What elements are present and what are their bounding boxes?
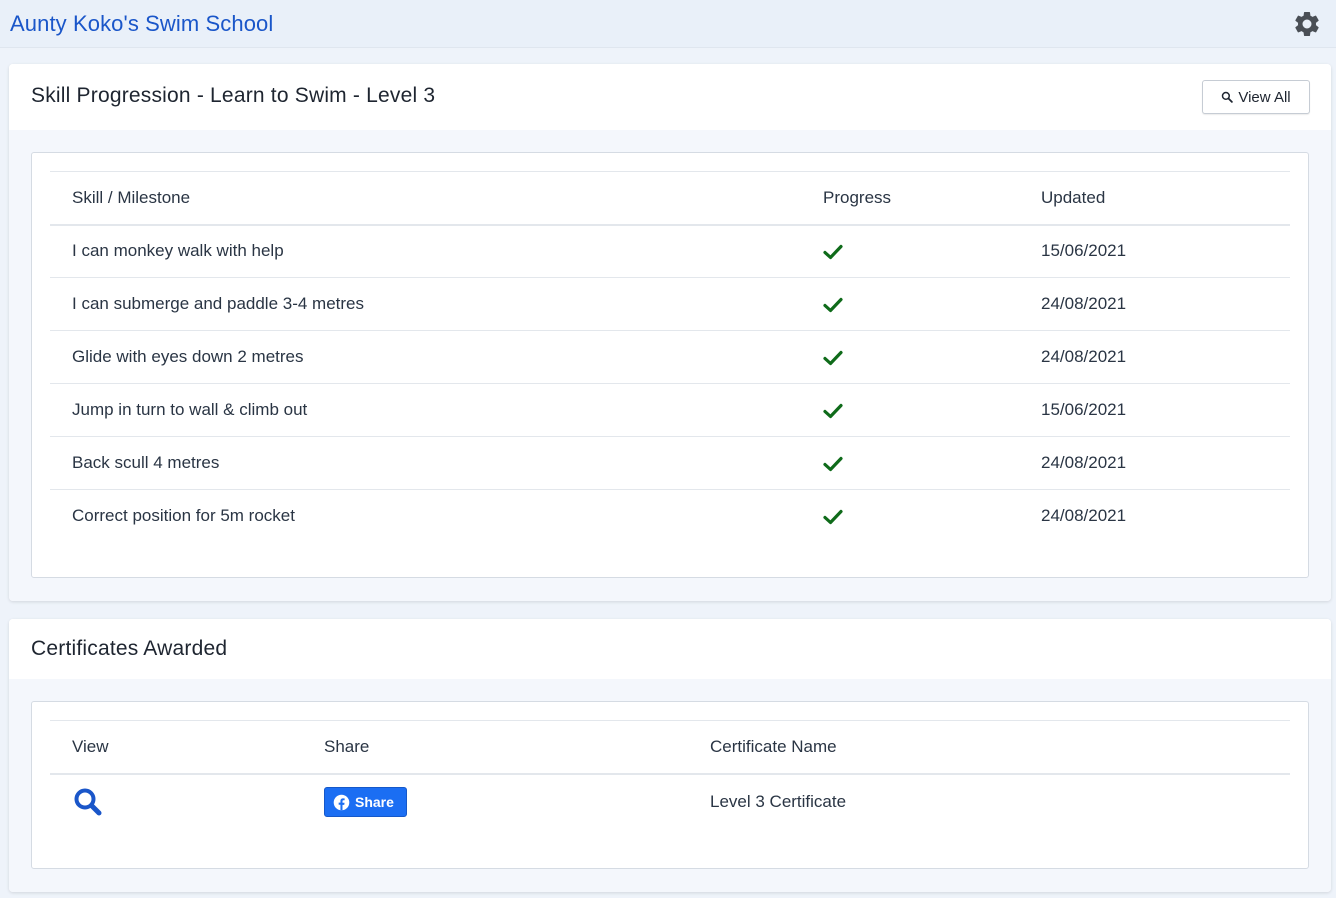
progress-cell [801, 225, 1019, 278]
column-header-share: Share [324, 736, 370, 756]
progress-cell [801, 331, 1019, 384]
updated-date: 24/08/2021 [1041, 453, 1127, 472]
check-icon [823, 509, 843, 524]
certificates-header: Certificates Awarded [9, 619, 1331, 679]
skill-name: Back scull 4 metres [72, 453, 220, 472]
updated-date: 15/06/2021 [1041, 241, 1127, 261]
progress-cell [801, 490, 1019, 543]
updated-date: 15/06/2021 [1041, 400, 1127, 419]
check-icon [823, 244, 843, 259]
share-cell: Share [302, 774, 688, 830]
skill-progression-card: Skill Progression - Learn to Swim - Leve… [9, 64, 1331, 601]
share-label: Share [355, 794, 394, 810]
certificates-body: View Share Certificate Name Share Level 3… [9, 679, 1331, 892]
skill-progression-title: Skill Progression - Learn to Swim - Leve… [31, 84, 436, 107]
table-row: I can submerge and paddle 3-4 metres 24/0… [50, 278, 1290, 331]
certificates-table-panel: View Share Certificate Name Share Level 3… [31, 701, 1309, 869]
updated-date: 24/08/2021 [1041, 294, 1127, 313]
skills-table-panel: Skill / Milestone Progress Updated I can… [31, 152, 1309, 578]
view-all-label: View All [1238, 88, 1291, 106]
column-header-updated: Updated [1041, 187, 1106, 207]
table-row: I can monkey walk with help 15/06/2021 [50, 225, 1290, 278]
facebook-icon [333, 794, 350, 810]
skill-name: Jump in turn to wall & climb out [72, 400, 308, 419]
skill-progression-body: Skill / Milestone Progress Updated I can… [9, 130, 1331, 601]
check-icon [823, 297, 843, 312]
progress-cell [801, 384, 1019, 437]
updated-date: 24/08/2021 [1041, 506, 1127, 526]
top-bar: Aunty Koko's Swim School [0, 0, 1336, 48]
table-row: Share Level 3 Certificate [50, 774, 1290, 830]
view-all-button[interactable]: View All [1202, 80, 1310, 114]
certificate-name: Level 3 Certificate [710, 792, 847, 811]
progress-cell [801, 278, 1019, 331]
certificates-title: Certificates Awarded [31, 637, 228, 660]
check-icon [823, 350, 843, 365]
certificates-table: View Share Certificate Name Share Level 3… [50, 720, 1290, 830]
certificates-table-header-row: View Share Certificate Name [50, 720, 1290, 774]
column-header-skill: Skill / Milestone [72, 187, 191, 207]
table-row: Correct position for 5m rocket 24/08/2021 [50, 490, 1290, 543]
progress-cell [801, 437, 1019, 490]
check-icon [823, 456, 843, 471]
column-header-view: View [72, 736, 109, 756]
skill-name: I can submerge and paddle 3-4 metres [72, 294, 365, 313]
column-header-certificate-name: Certificate Name [710, 736, 837, 756]
skill-name: Glide with eyes down 2 metres [72, 347, 304, 366]
certificates-card: Certificates Awarded View Share Certific… [9, 619, 1331, 892]
skills-table: Skill / Milestone Progress Updated I can… [50, 171, 1290, 543]
app-title[interactable]: Aunty Koko's Swim School [10, 11, 273, 37]
skill-progression-header: Skill Progression - Learn to Swim - Leve… [9, 64, 1331, 130]
facebook-share-button[interactable]: Share [324, 787, 407, 817]
table-row: Jump in turn to wall & climb out 15/06/20… [50, 384, 1290, 437]
skill-name: Correct position for 5m rocket [72, 506, 295, 526]
table-row: Back scull 4 metres 24/08/2021 [50, 437, 1290, 490]
view-cell [50, 774, 302, 830]
search-icon [1222, 91, 1234, 103]
updated-date: 24/08/2021 [1041, 347, 1127, 366]
skill-name: I can monkey walk with help [72, 241, 284, 261]
skills-table-header-row: Skill / Milestone Progress Updated [50, 171, 1290, 225]
check-icon [823, 403, 843, 418]
gear-icon[interactable] [1292, 9, 1322, 39]
column-header-progress: Progress [823, 187, 892, 207]
search-icon[interactable] [72, 786, 104, 818]
table-row: Glide with eyes down 2 metres 24/08/2021 [50, 331, 1290, 384]
